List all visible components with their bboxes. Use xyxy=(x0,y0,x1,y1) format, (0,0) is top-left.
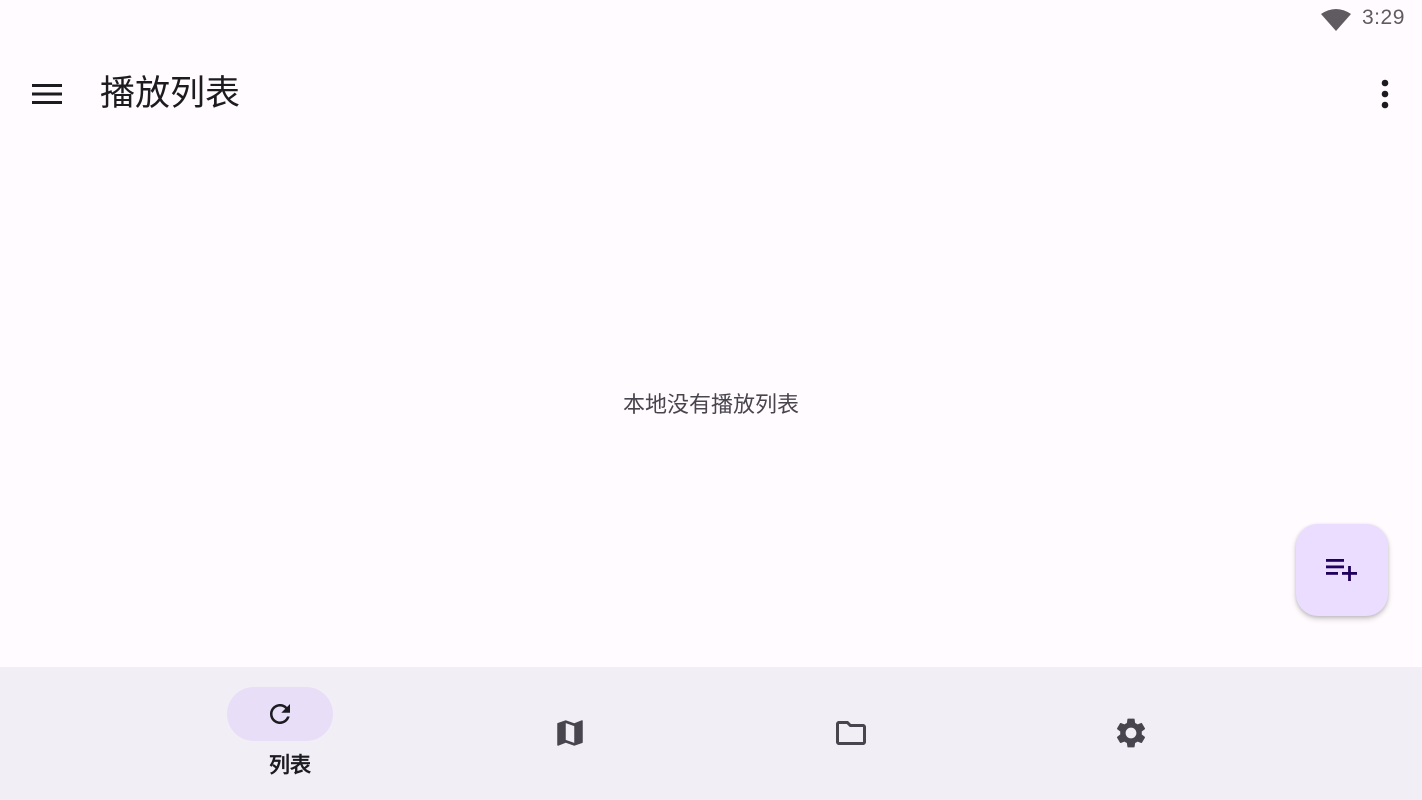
menu-icon xyxy=(32,84,62,104)
nav-item-list[interactable]: 列表 xyxy=(190,667,390,800)
more-vert-icon xyxy=(1381,79,1389,109)
screen: 3:29 播放列表 本地没有播放列表 列表 xyxy=(0,0,1422,800)
top-app-bar: 播放列表 xyxy=(0,40,1422,150)
map-icon xyxy=(557,720,583,746)
nav-item-map[interactable] xyxy=(470,667,670,800)
nav-item-settings[interactable] xyxy=(1031,667,1231,800)
nav-active-indicator xyxy=(227,687,333,741)
playlist-add-icon xyxy=(1326,559,1357,581)
add-playlist-fab[interactable] xyxy=(1296,524,1388,616)
nav-item-label: 列表 xyxy=(269,753,311,777)
folder-icon xyxy=(836,721,866,745)
nav-item-folder[interactable] xyxy=(751,667,951,800)
empty-state-message: 本地没有播放列表 xyxy=(622,393,799,418)
status-bar: 3:29 xyxy=(0,0,1422,40)
page-title: 播放列表 xyxy=(100,74,241,114)
overflow-menu-button[interactable] xyxy=(1365,71,1405,117)
refresh-icon xyxy=(270,704,290,724)
bottom-navigation: 列表 xyxy=(0,667,1422,800)
settings-gear-icon xyxy=(1116,718,1146,748)
wifi-icon xyxy=(1321,9,1351,31)
menu-button[interactable] xyxy=(22,71,72,117)
status-time: 3:29 xyxy=(1362,6,1405,29)
